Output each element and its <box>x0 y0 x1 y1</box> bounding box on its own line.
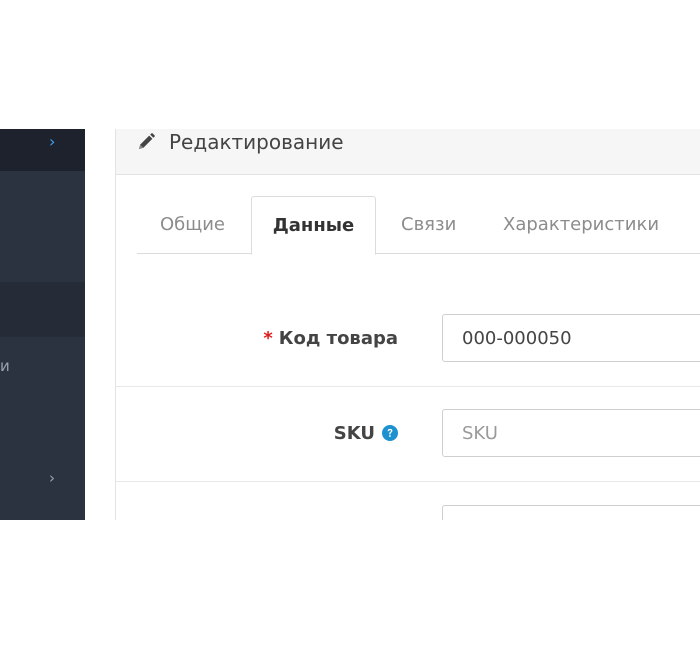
product-code-label-text: Код товара <box>278 328 398 349</box>
sku-input[interactable] <box>442 409 700 457</box>
sidebar-header[interactable]: › <box>0 129 85 171</box>
pencil-icon <box>139 133 155 149</box>
sidebar-item-active[interactable] <box>0 282 85 337</box>
tab-attributes[interactable]: Характеристики <box>503 213 659 237</box>
sku-label-text: SKU <box>333 423 375 444</box>
required-mark: * <box>263 328 273 349</box>
product-code-input[interactable] <box>442 314 700 362</box>
form-divider <box>116 386 700 387</box>
tabs-nav: Общие Данные Связи Характеристики <box>137 196 700 255</box>
app-window: › и › Редактирование Общие Данные Связи … <box>0 129 700 520</box>
chevron-right-icon[interactable]: › <box>49 134 55 150</box>
next-field-input[interactable] <box>442 505 700 520</box>
tab-links[interactable]: Связи <box>401 213 456 237</box>
question-circle-icon[interactable] <box>382 425 398 441</box>
chevron-right-icon[interactable]: › <box>49 470 55 486</box>
tab-general[interactable]: Общие <box>160 213 225 237</box>
sidebar-item-label[interactable]: и <box>0 358 10 374</box>
tab-data[interactable]: Данные <box>251 196 376 255</box>
panel-heading: Редактирование <box>116 129 700 175</box>
product-code-label: * Код товара <box>263 327 398 351</box>
sku-label: SKU <box>334 422 398 446</box>
edit-panel: Редактирование Общие Данные Связи Характ… <box>115 129 700 520</box>
form-divider <box>116 481 700 482</box>
tabs-underline <box>137 253 700 254</box>
sidebar: › и › <box>0 129 85 520</box>
panel-title: Редактирование <box>169 130 344 154</box>
